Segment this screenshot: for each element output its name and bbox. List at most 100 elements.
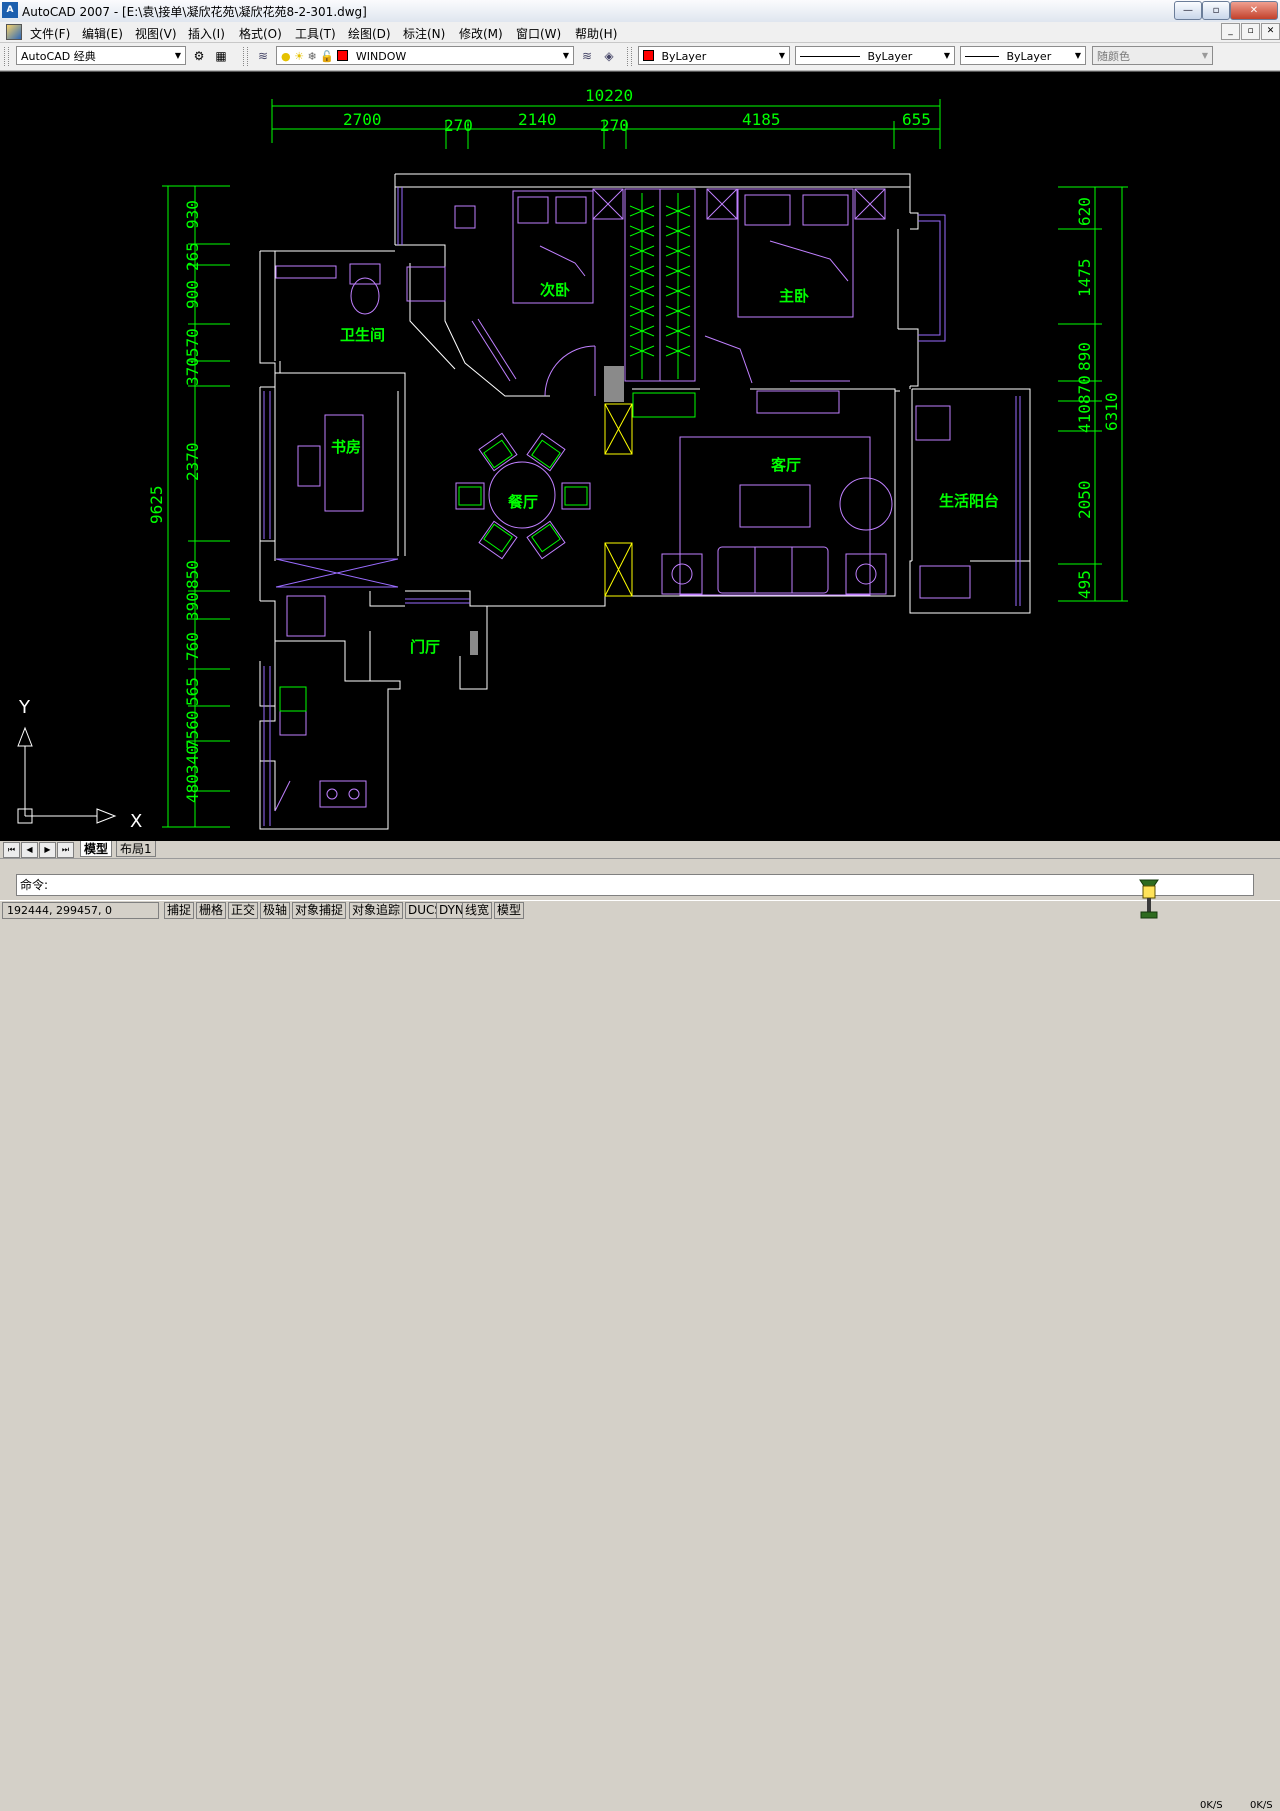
osnap-toggle[interactable]: 对象捕捉 xyxy=(292,902,347,919)
last-tab-button[interactable]: ⏭ xyxy=(57,842,74,858)
lineweight-toggle[interactable]: 线宽 xyxy=(462,902,493,919)
first-tab-button[interactable]: ⏮ xyxy=(3,842,20,858)
workspace-settings-icon[interactable]: ⚙ xyxy=(190,47,208,65)
toolbar-grip[interactable] xyxy=(4,47,9,66)
chevron-down-icon: ▼ xyxy=(1074,51,1082,60)
room-label-bedroom2: 次卧 xyxy=(540,281,570,299)
layer-previous-icon[interactable]: ◈ xyxy=(600,47,618,65)
maximize-button[interactable]: ▫ xyxy=(1202,1,1230,20)
menu-draw[interactable]: 绘图(D) xyxy=(348,25,391,42)
window-title: AutoCAD 2007 - [E:\袁\接单\凝欣花苑\凝欣花苑8-2-301… xyxy=(22,5,367,19)
shafts xyxy=(604,403,633,597)
linetype-select[interactable]: ByLayer ▼ xyxy=(795,46,955,65)
dim-top-6: 655 xyxy=(902,110,931,129)
ucs-icon xyxy=(17,726,117,824)
room-label-balcony: 生活阳台 xyxy=(939,492,999,510)
menu-help[interactable]: 帮助(H) xyxy=(575,25,617,42)
dim-top-total: 10220 xyxy=(585,86,633,105)
dim-top-5: 4185 xyxy=(742,110,781,129)
upload-speed: 0K/S xyxy=(1200,1800,1223,1811)
workspace-value: AutoCAD 经典 xyxy=(21,50,96,63)
dim-left-5: 2370 xyxy=(183,442,202,481)
snap-toggle[interactable]: 捕捉 xyxy=(164,902,195,919)
lock-icon: 🔓 xyxy=(320,50,334,63)
title-bar: A AutoCAD 2007 - [E:\袁\接单\凝欣花苑\凝欣花苑8-2-3… xyxy=(0,0,1280,23)
autocad-app-icon[interactable]: A xyxy=(2,2,18,18)
menu-view[interactable]: 视图(V) xyxy=(135,25,177,42)
status-bar: 192444, 299457, 0 捕捉 栅格 正交 极轴 对象捕捉 对象追踪 … xyxy=(0,900,1280,1811)
drawing-canvas[interactable]: 10220 2700 270 2140 270 4185 655 9625 93… xyxy=(0,71,1280,842)
dim-left-1: 930 xyxy=(183,200,202,229)
toolbar-grip[interactable] xyxy=(243,47,248,66)
sun-icon: ☀ xyxy=(294,50,304,63)
tab-layout1[interactable]: 布局1 xyxy=(116,841,156,857)
room-label-bathroom: 卫生间 xyxy=(340,326,385,344)
lineweight-value: ByLayer xyxy=(1006,50,1052,63)
lineweight-select[interactable]: ByLayer ▼ xyxy=(960,46,1086,65)
dim-right-6: 495 xyxy=(1075,570,1094,599)
dim-left-10: 7560 xyxy=(183,710,202,749)
menu-insert[interactable]: 插入(I) xyxy=(188,25,225,42)
layer-manager-icon[interactable]: ≋ xyxy=(254,47,272,65)
close-button[interactable]: ✕ xyxy=(1230,1,1278,20)
dim-right-4: 410870 xyxy=(1075,375,1094,433)
plotstyle-value: 随颜色 xyxy=(1097,50,1130,63)
minimize-button[interactable]: — xyxy=(1174,1,1202,20)
network-lamp-icon[interactable] xyxy=(1136,876,1162,920)
command-area: 命令: xyxy=(0,859,1280,899)
furniture xyxy=(274,188,971,812)
workspace-select[interactable]: AutoCAD 经典 ▼ xyxy=(16,46,186,65)
model-space-toggle[interactable]: 模型 xyxy=(494,902,525,919)
freeze-icon: ❄ xyxy=(307,50,317,63)
layer-select[interactable]: ● ☀ ❄ 🔓 WINDOW ▼ xyxy=(276,46,574,65)
linetype-sample-icon xyxy=(800,56,860,57)
doc-minimize-button[interactable]: _ xyxy=(1221,23,1240,40)
toolbar-grip[interactable] xyxy=(627,47,632,66)
dim-top-3: 2140 xyxy=(518,110,557,129)
menu-window[interactable]: 窗口(W) xyxy=(516,25,561,42)
menu-file[interactable]: 文件(F) xyxy=(30,25,70,42)
document-icon[interactable] xyxy=(6,24,22,40)
menu-bar: 文件(F) 编辑(E) 视图(V) 插入(I) 格式(O) 工具(T) 绘图(D… xyxy=(0,22,1280,43)
otrack-toggle[interactable]: 对象追踪 xyxy=(349,902,404,919)
menu-dimension[interactable]: 标注(N) xyxy=(403,25,445,42)
floor-plan: 10220 2700 270 2140 270 4185 655 9625 93… xyxy=(17,86,1128,832)
dim-left-7: 390 xyxy=(183,592,202,621)
command-input[interactable]: 命令: xyxy=(16,874,1254,896)
right-dimension-text: 6310 620 1475 890 410870 2050 495 xyxy=(1075,197,1121,599)
dim-right-2: 1475 xyxy=(1075,258,1094,297)
coordinate-readout[interactable]: 192444, 299457, 0 xyxy=(2,902,159,919)
prev-tab-button[interactable]: ◀ xyxy=(21,842,38,858)
next-tab-button[interactable]: ▶ xyxy=(39,842,56,858)
room-labels: 次卧 主卧 卫生间 书房 餐厅 客厅 生活阳台 门厅 xyxy=(331,281,999,656)
dim-top-4: 270 xyxy=(600,116,629,135)
menu-tools[interactable]: 工具(T) xyxy=(295,25,336,42)
dim-left-11: 480340 xyxy=(183,745,202,803)
color-swatch-icon xyxy=(643,50,654,61)
color-select[interactable]: ByLayer ▼ xyxy=(638,46,790,65)
menu-edit[interactable]: 编辑(E) xyxy=(82,25,123,42)
dim-right-total: 6310 xyxy=(1102,392,1121,431)
tab-model[interactable]: 模型 xyxy=(80,841,113,857)
menu-modify[interactable]: 修改(M) xyxy=(459,25,503,42)
chevron-down-icon: ▼ xyxy=(778,51,786,60)
doc-close-button[interactable]: ✕ xyxy=(1261,23,1280,40)
linetype-value: ByLayer xyxy=(867,50,913,63)
lineweight-sample-icon xyxy=(965,56,999,57)
doc-restore-button[interactable]: ▫ xyxy=(1241,23,1260,40)
color-value: ByLayer xyxy=(661,50,707,63)
dim-left-2: 265 xyxy=(183,242,202,271)
dim-top-1: 2700 xyxy=(343,110,382,129)
menu-format[interactable]: 格式(O) xyxy=(239,25,282,42)
make-layer-current-icon[interactable]: ≋ xyxy=(578,47,596,65)
command-prompt: 命令: xyxy=(20,878,49,892)
dimension-lines xyxy=(162,99,1128,828)
ucs-y-label: Y xyxy=(18,697,31,718)
layer-name: WINDOW xyxy=(355,50,407,63)
ortho-toggle[interactable]: 正交 xyxy=(228,902,259,919)
workspace-save-icon[interactable]: ▦ xyxy=(212,47,230,65)
dim-right-5: 2050 xyxy=(1075,480,1094,519)
polar-toggle[interactable]: 极轴 xyxy=(260,902,291,919)
grid-toggle[interactable]: 栅格 xyxy=(196,902,227,919)
dim-right-1: 620 xyxy=(1075,197,1094,226)
